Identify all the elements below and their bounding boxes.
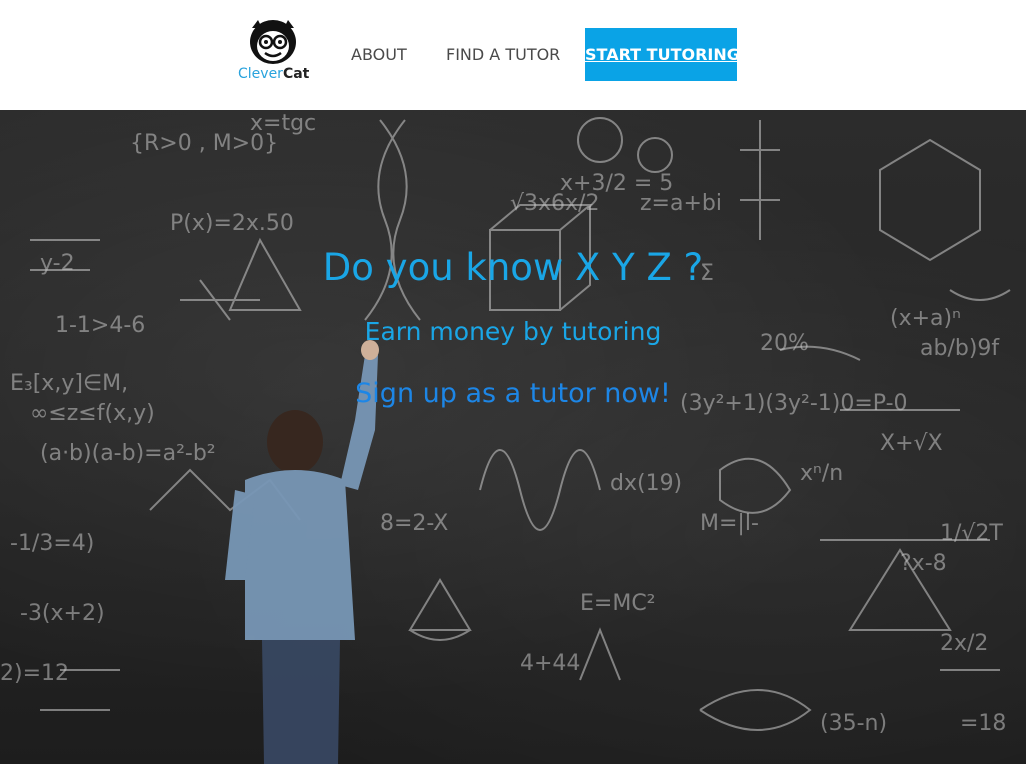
signup-tutor-link[interactable]: Sign up as a tutor now! — [0, 378, 1026, 409]
hero-title: Do you know X Y Z ? — [322, 246, 704, 289]
chalkboard-background-image: P(x)=2x.50 y-2 1-1>4-6 E₃[x,y]∈M, ∞≤z≤f(… — [0, 110, 1026, 764]
site-header: CleverCat ABOUT FIND A TUTOR START TUTOR… — [0, 0, 1026, 110]
hero-section: P(x)=2x.50 y-2 1-1>4-6 E₃[x,y]∈M, ∞≤z≤f(… — [0, 110, 1026, 764]
main-nav: ABOUT FIND A TUTOR START TUTORING — [0, 28, 1026, 81]
hero-subtitle: Earn money by tutoring — [364, 317, 662, 346]
nav-start-tutoring-button[interactable]: START TUTORING — [585, 28, 740, 81]
nav-about[interactable]: ABOUT — [351, 28, 407, 81]
nav-find-a-tutor[interactable]: FIND A TUTOR — [446, 28, 560, 81]
